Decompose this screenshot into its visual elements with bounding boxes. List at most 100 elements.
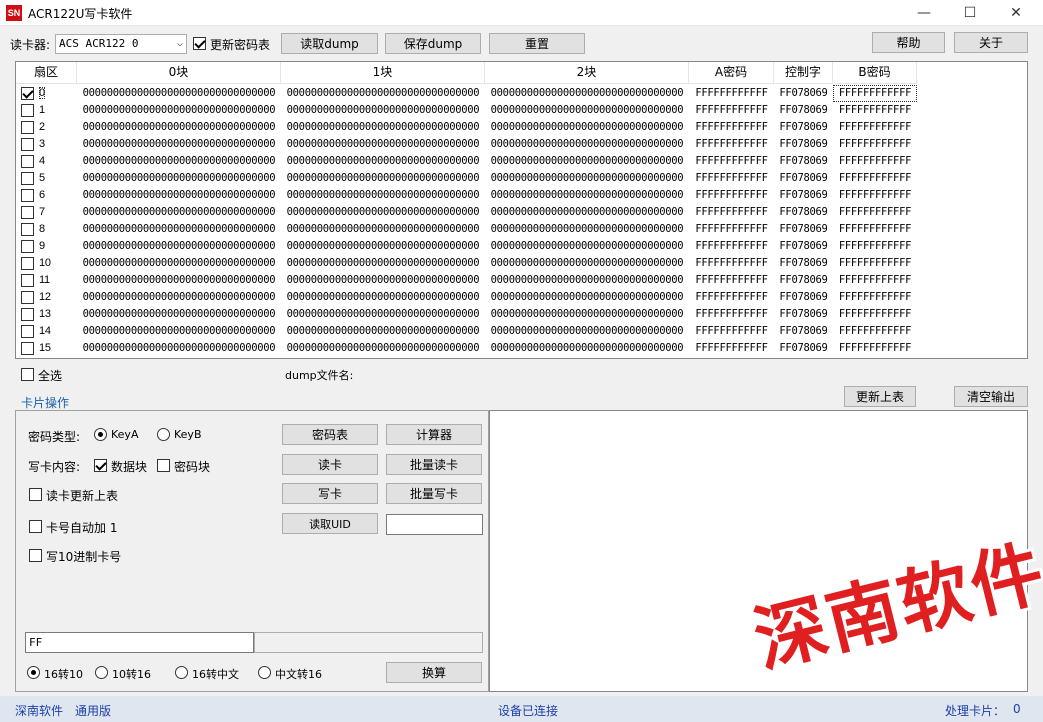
row-checkbox[interactable] xyxy=(21,121,34,134)
block1-cell[interactable]: 00000000000000000000000000000000 xyxy=(281,255,485,272)
key-a-cell[interactable]: FFFFFFFFFFFF xyxy=(689,136,774,153)
clear-output-button[interactable]: 清空输出 xyxy=(954,386,1028,407)
key-b-cell[interactable]: FFFFFFFFFFFF xyxy=(833,238,917,255)
key-a-cell[interactable]: FFFFFFFFFFFF xyxy=(689,153,774,170)
key-a-cell[interactable]: FFFFFFFFFFFF xyxy=(689,306,774,323)
key-a-cell[interactable]: FFFFFFFFFFFF xyxy=(689,102,774,119)
block0-cell[interactable]: 00000000000000000000000000000000 xyxy=(77,85,281,102)
close-button[interactable]: ✕ xyxy=(993,0,1039,26)
key-a-radio[interactable] xyxy=(94,428,107,441)
block2-cell[interactable]: 00000000000000000000000000000000 xyxy=(485,306,689,323)
calculator-button[interactable]: 计算器 xyxy=(386,424,482,445)
hex-to-dec-radio[interactable] xyxy=(27,666,40,679)
row-checkbox[interactable] xyxy=(21,189,34,202)
update-key-table-checkbox[interactable] xyxy=(193,37,206,50)
block0-cell[interactable]: 00000000000000000000000000000000 xyxy=(77,306,281,323)
block2-cell[interactable]: 00000000000000000000000000000000 xyxy=(485,221,689,238)
row-checkbox[interactable] xyxy=(21,155,34,168)
header-sector[interactable]: 扇区 xyxy=(16,62,77,84)
access-bits-cell[interactable]: FF078069 xyxy=(774,102,833,119)
access-bits-cell[interactable]: FF078069 xyxy=(774,340,833,357)
key-a-cell[interactable]: FFFFFFFFFFFF xyxy=(689,340,774,357)
header-key-a[interactable]: A密码 xyxy=(689,62,774,84)
access-bits-cell[interactable]: FF078069 xyxy=(774,289,833,306)
key-b-cell[interactable]: FFFFFFFFFFFF xyxy=(833,306,917,323)
hex-to-cn-radio[interactable] xyxy=(175,666,188,679)
auto-increment-checkbox[interactable] xyxy=(29,520,42,533)
convert-button[interactable]: 换算 xyxy=(386,662,482,683)
table-row[interactable]: 7 00000000000000000000000000000000 0000000… xyxy=(16,204,917,221)
key-b-cell[interactable]: FFFFFFFFFFFF xyxy=(833,85,917,102)
block1-cell[interactable]: 00000000000000000000000000000000 xyxy=(281,340,485,357)
key-b-cell[interactable]: FFFFFFFFFFFF xyxy=(833,289,917,306)
key-b-cell[interactable]: FFFFFFFFFFFF xyxy=(833,153,917,170)
table-row[interactable]: 2 00000000000000000000000000000000 0000000… xyxy=(16,119,917,136)
key-b-cell[interactable]: FFFFFFFFFFFF xyxy=(833,102,917,119)
access-bits-cell[interactable]: FF078069 xyxy=(774,170,833,187)
uid-field[interactable] xyxy=(386,514,483,535)
batch-write-button[interactable]: 批量写卡 xyxy=(386,483,482,504)
block2-cell[interactable]: 00000000000000000000000000000000 xyxy=(485,272,689,289)
dec-to-hex-radio[interactable] xyxy=(95,666,108,679)
access-bits-cell[interactable]: FF078069 xyxy=(774,306,833,323)
block0-cell[interactable]: 00000000000000000000000000000000 xyxy=(77,221,281,238)
minimize-button[interactable]: — xyxy=(901,0,947,26)
read-uid-button[interactable]: 读取UID xyxy=(282,513,378,534)
key-b-cell[interactable]: FFFFFFFFFFFF xyxy=(833,119,917,136)
block1-cell[interactable]: 00000000000000000000000000000000 xyxy=(281,306,485,323)
maximize-button[interactable]: ☐ xyxy=(947,0,993,26)
row-checkbox[interactable] xyxy=(21,325,34,338)
row-checkbox[interactable] xyxy=(21,104,34,117)
write-decimal-checkbox[interactable] xyxy=(29,549,42,562)
row-checkbox[interactable] xyxy=(21,240,34,253)
table-row[interactable]: 1000000000000000000000000000000000000000… xyxy=(16,255,917,272)
block0-cell[interactable]: 00000000000000000000000000000000 xyxy=(77,153,281,170)
block1-cell[interactable]: 00000000000000000000000000000000 xyxy=(281,289,485,306)
access-bits-cell[interactable]: FF078069 xyxy=(774,323,833,340)
block2-cell[interactable]: 00000000000000000000000000000000 xyxy=(485,119,689,136)
about-button[interactable]: 关于 xyxy=(954,32,1028,53)
block2-cell[interactable]: 00000000000000000000000000000000 xyxy=(485,289,689,306)
row-checkbox[interactable] xyxy=(21,223,34,236)
block0-cell[interactable]: 00000000000000000000000000000000 xyxy=(77,136,281,153)
key-a-cell[interactable]: FFFFFFFFFFFF xyxy=(689,85,774,102)
block2-cell[interactable]: 00000000000000000000000000000000 xyxy=(485,323,689,340)
header-access-bits[interactable]: 控制字 xyxy=(774,62,833,84)
key-a-cell[interactable]: FFFFFFFFFFFF xyxy=(689,289,774,306)
row-checkbox[interactable] xyxy=(21,342,34,355)
convert-output-field[interactable] xyxy=(254,632,483,653)
key-b-cell[interactable]: FFFFFFFFFFFF xyxy=(833,272,917,289)
block2-cell[interactable]: 00000000000000000000000000000000 xyxy=(485,170,689,187)
access-bits-cell[interactable]: FF078069 xyxy=(774,272,833,289)
table-row[interactable]: 15 00000000000000000000000000000000 000000… xyxy=(16,340,917,357)
access-bits-cell[interactable]: FF078069 xyxy=(774,153,833,170)
help-button[interactable]: 帮助 xyxy=(872,32,945,53)
table-row[interactable]: 3 00000000000000000000000000000000 0000000… xyxy=(16,136,917,153)
table-row[interactable]: 9 00000000000000000000000000000000 0000000… xyxy=(16,238,917,255)
block1-cell[interactable]: 00000000000000000000000000000000 xyxy=(281,170,485,187)
table-row[interactable]: 6 00000000000000000000000000000000 0000000… xyxy=(16,187,917,204)
block1-cell[interactable]: 00000000000000000000000000000000 xyxy=(281,153,485,170)
convert-input-field[interactable]: FF xyxy=(25,632,254,653)
access-bits-cell[interactable]: FF078069 xyxy=(774,187,833,204)
block1-cell[interactable]: 00000000000000000000000000000000 xyxy=(281,85,485,102)
key-b-cell[interactable]: FFFFFFFFFFFF xyxy=(833,187,917,204)
header-block2[interactable]: 2块 xyxy=(485,62,689,84)
key-b-cell[interactable]: FFFFFFFFFFFF xyxy=(833,323,917,340)
block2-cell[interactable]: 00000000000000000000000000000000 xyxy=(485,136,689,153)
row-checkbox[interactable] xyxy=(21,257,34,270)
row-checkbox[interactable] xyxy=(21,291,34,304)
data-block-checkbox[interactable] xyxy=(94,459,107,472)
read-dump-button[interactable]: 读取dump xyxy=(281,33,378,54)
block2-cell[interactable]: 00000000000000000000000000000000 xyxy=(485,187,689,204)
block0-cell[interactable]: 00000000000000000000000000000000 xyxy=(77,102,281,119)
block1-cell[interactable]: 00000000000000000000000000000000 xyxy=(281,102,485,119)
key-a-cell[interactable]: FFFFFFFFFFFF xyxy=(689,238,774,255)
block0-cell[interactable]: 00000000000000000000000000000000 xyxy=(77,187,281,204)
header-key-b[interactable]: B密码 xyxy=(833,62,917,84)
access-bits-cell[interactable]: FF078069 xyxy=(774,255,833,272)
block2-cell[interactable]: 00000000000000000000000000000000 xyxy=(485,85,689,102)
key-a-cell[interactable]: FFFFFFFFFFFF xyxy=(689,272,774,289)
key-a-cell[interactable]: FFFFFFFFFFFF xyxy=(689,323,774,340)
write-card-button[interactable]: 写卡 xyxy=(282,483,378,504)
